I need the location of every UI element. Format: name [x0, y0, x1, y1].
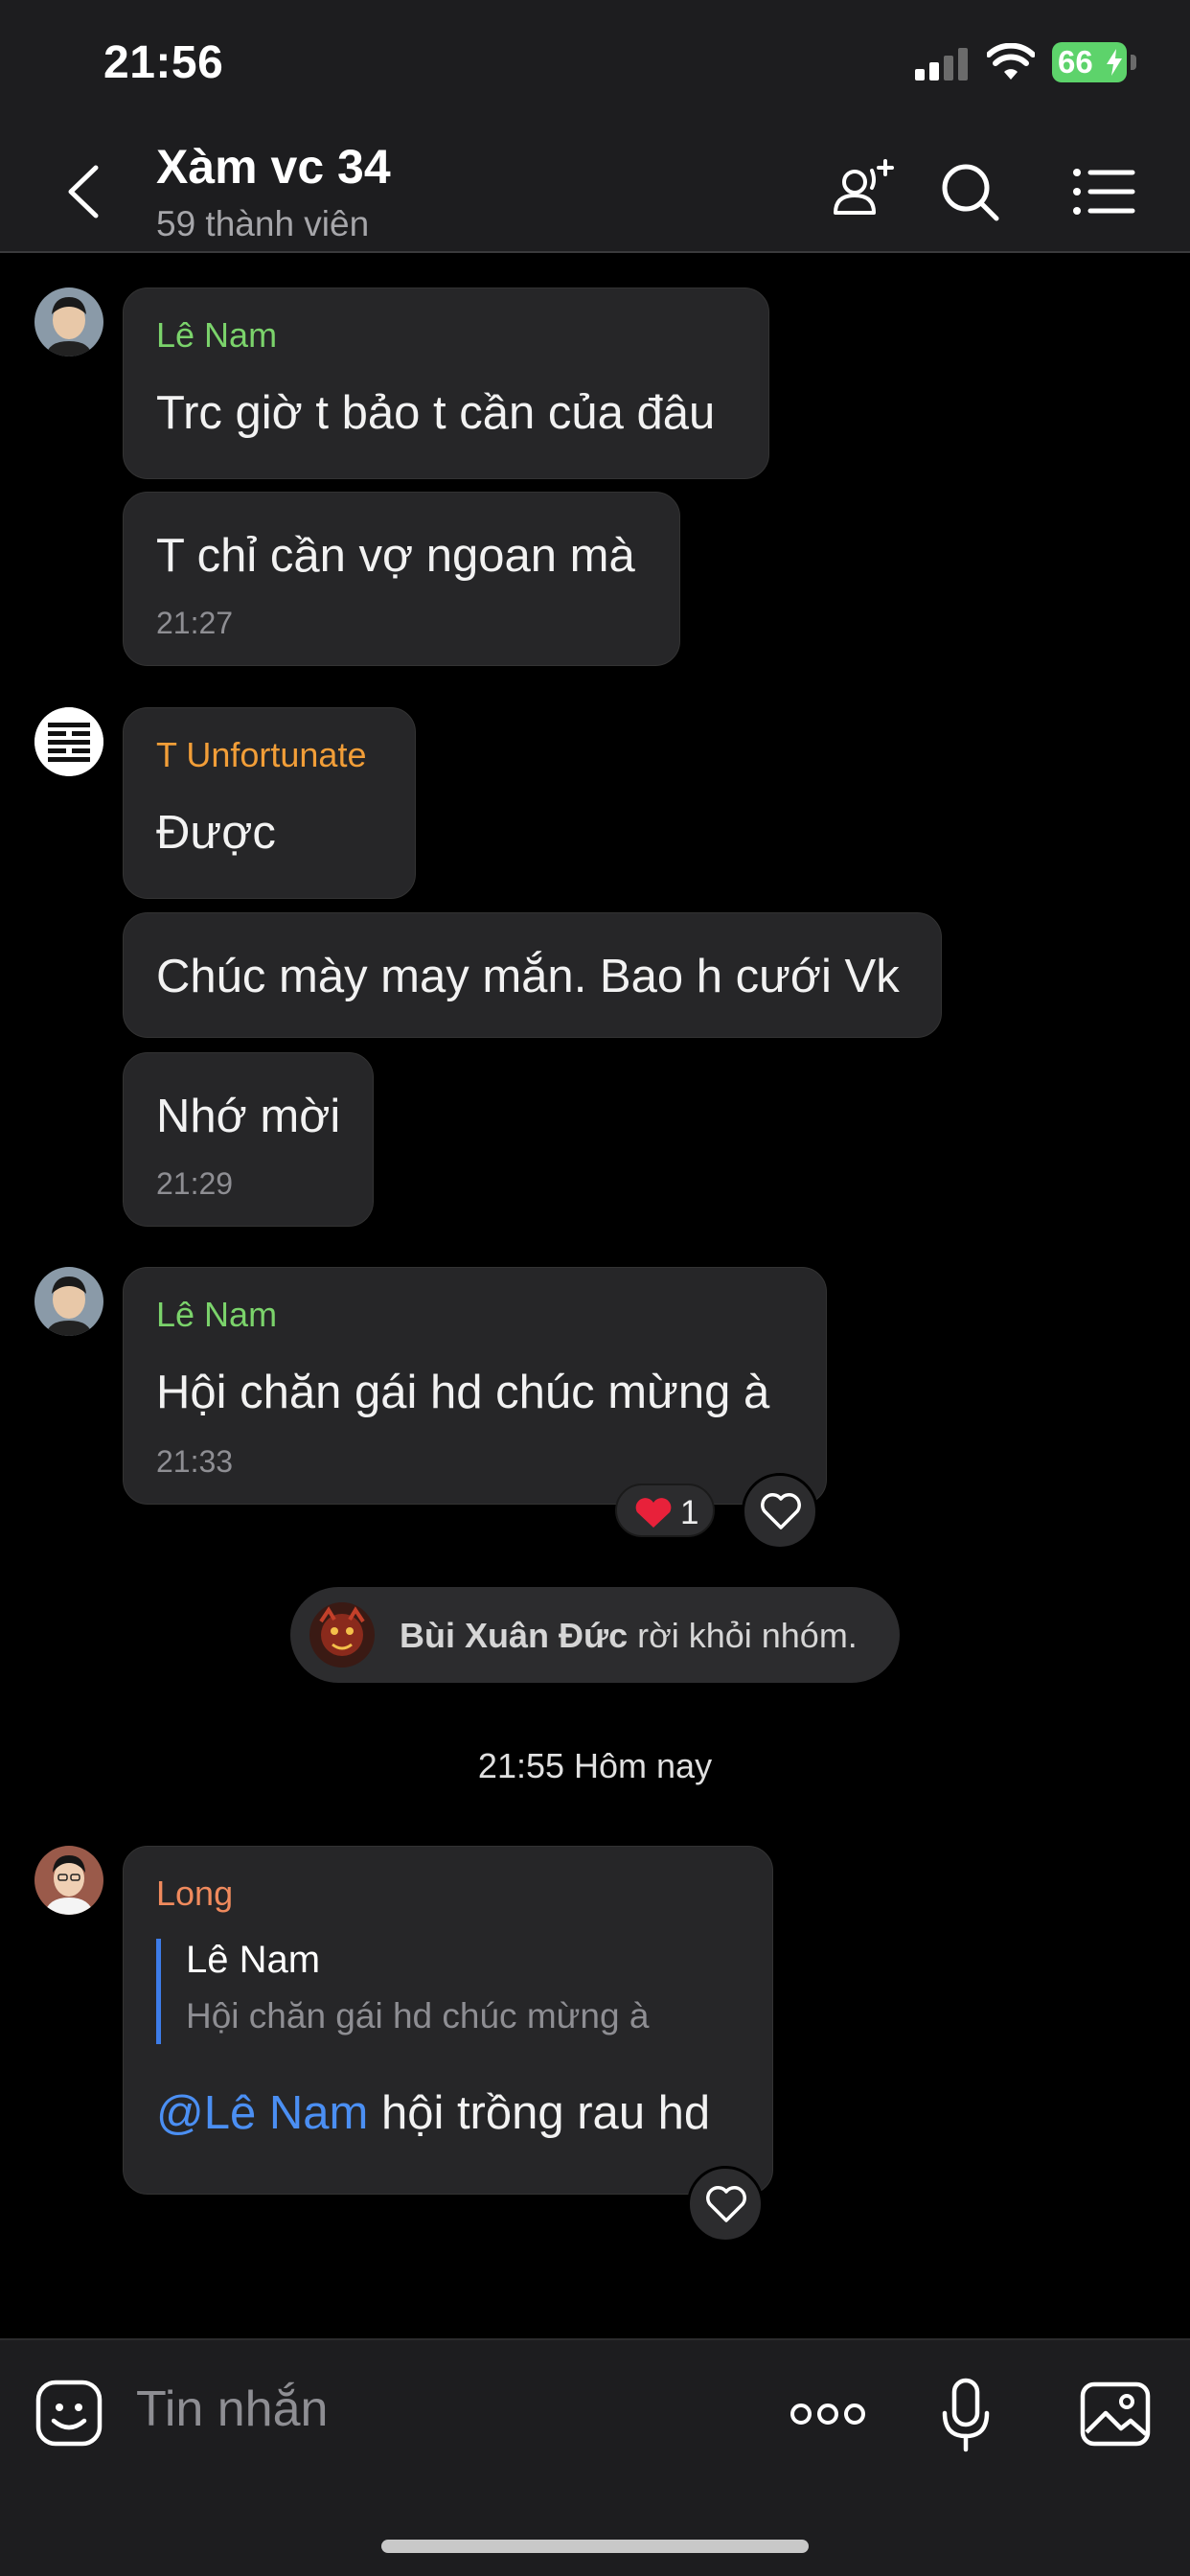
- system-event-pill: Bùi Xuân Đức rời khỏi nhóm.: [290, 1587, 900, 1683]
- sender-name: Lê Nam: [156, 1295, 278, 1334]
- home-indicator: [381, 2540, 809, 2553]
- battery-cap: [1131, 55, 1136, 70]
- back-button[interactable]: [56, 158, 113, 225]
- cellular-signal-icon: [915, 48, 969, 80]
- message-text: Chúc mày may mắn. Bao h cưới Vk: [156, 951, 900, 1002]
- sticker-emoji-icon[interactable]: [34, 2379, 103, 2448]
- sender-name: Long: [156, 1874, 234, 1913]
- status-time: 21:56: [103, 37, 224, 88]
- avatar-le-nam[interactable]: [34, 288, 103, 356]
- message-time: 21:33: [156, 1444, 234, 1479]
- like-button[interactable]: [742, 1473, 818, 1550]
- avatar-t-unfortunate[interactable]: [34, 707, 103, 776]
- mention-link[interactable]: @Lê Nam: [156, 2087, 368, 2139]
- message-text: @Lê Nam hội trồng rau hd: [156, 2086, 710, 2140]
- message-text: Được: [156, 807, 276, 859]
- avatar-le-nam[interactable]: [34, 1267, 103, 1336]
- message-text: Hội chăn gái hd chúc mừng à: [156, 1367, 770, 1418]
- system-event-name: Bùi Xuân Đức: [400, 1616, 629, 1655]
- quote-sender: Lê Nam: [186, 1939, 321, 1981]
- sender-name: Lê Nam: [156, 315, 278, 355]
- status-bar: 21:56 66: [0, 0, 1190, 129]
- reply-quote[interactable]: Lê Nam Hội chăn gái hd chúc mừng à: [156, 1939, 731, 2044]
- message-body: hội trồng rau hd: [368, 2087, 711, 2139]
- system-event-text: Bùi Xuân Đức rời khỏi nhóm.: [400, 1616, 858, 1656]
- more-options-icon[interactable]: [788, 2375, 868, 2453]
- battery-level: 66: [1058, 44, 1093, 80]
- message-bubble[interactable]: T Unfortunate Được: [123, 707, 416, 899]
- message-text: T chỉ cần vợ ngoan mà: [156, 530, 635, 582]
- menu-list-icon[interactable]: [1065, 153, 1142, 230]
- message-text: Trc giờ t bảo t cần của đâu: [156, 387, 716, 439]
- system-event-action: rời khỏi nhóm.: [628, 1616, 858, 1655]
- message-input[interactable]: [136, 2380, 730, 2438]
- avatar-bui-xuan-duc[interactable]: [309, 1602, 375, 1668]
- member-count: 59 thành viên: [156, 204, 370, 243]
- message-bubble[interactable]: T chỉ cần vợ ngoan mà 21:27: [123, 492, 680, 666]
- composer-bar: [0, 2338, 1190, 2576]
- microphone-icon[interactable]: [939, 2375, 993, 2453]
- sender-name: T Unfortunate: [156, 735, 367, 774]
- message-bubble[interactable]: Chúc mày may mắn. Bao h cưới Vk: [123, 912, 942, 1038]
- add-member-icon[interactable]: [824, 153, 901, 230]
- message-bubble[interactable]: Lê Nam Trc giờ t bảo t cần của đâu: [123, 288, 769, 479]
- message-bubble[interactable]: Nhớ mời 21:29: [123, 1052, 374, 1227]
- like-button[interactable]: [687, 2166, 764, 2242]
- avatar-long[interactable]: [34, 1846, 103, 1915]
- message-time: 21:29: [156, 1166, 234, 1201]
- battery-icon: 66: [1052, 42, 1127, 82]
- reaction-summary[interactable]: 1: [615, 1484, 715, 1537]
- reaction-count: 1: [680, 1494, 699, 1531]
- wifi-icon: [987, 43, 1035, 80]
- charging-bolt-icon: [1107, 49, 1122, 76]
- message-text: Nhớ mời: [156, 1091, 341, 1142]
- quote-text: Hội chăn gái hd chúc mừng à: [186, 1996, 650, 2036]
- message-bubble[interactable]: Long Lê Nam Hội chăn gái hd chúc mừng à …: [123, 1846, 773, 2195]
- date-separator: 21:55 Hôm nay: [477, 1746, 713, 1785]
- chat-header: Xàm vc 34 59 thành viên: [0, 129, 1190, 253]
- heart-outline-icon: [706, 2186, 746, 2222]
- message-bubble[interactable]: Lê Nam Hội chăn gái hd chúc mừng à 21:33: [123, 1267, 827, 1505]
- heart-outline-icon: [761, 1493, 801, 1530]
- group-title[interactable]: Xàm vc 34: [156, 139, 391, 195]
- search-icon[interactable]: [931, 153, 1008, 230]
- message-time: 21:27: [156, 606, 234, 640]
- heart-reaction-icon: [635, 1498, 672, 1528]
- image-gallery-icon[interactable]: [1079, 2375, 1152, 2453]
